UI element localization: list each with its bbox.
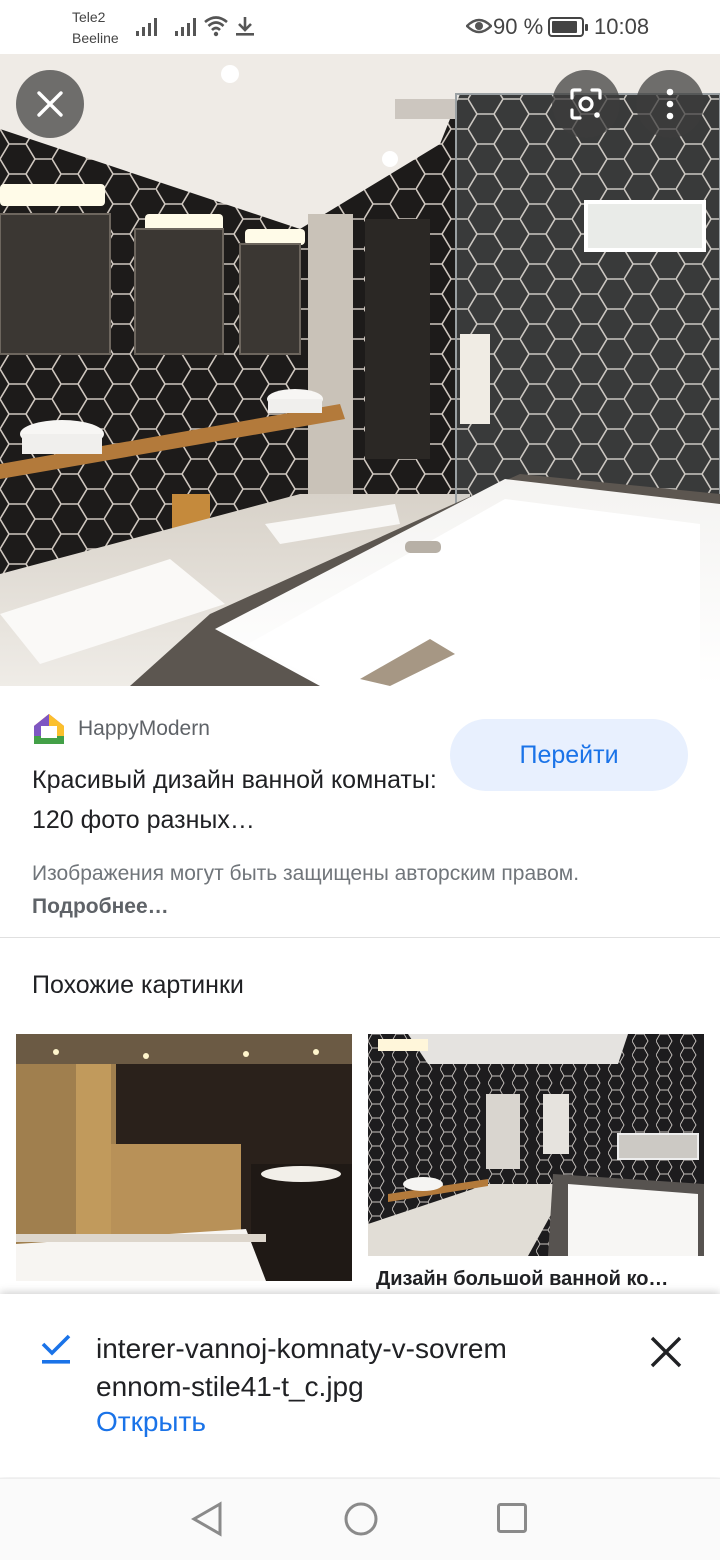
home-circle-icon[interactable] xyxy=(343,1501,379,1537)
similar-image-2-photo xyxy=(368,1034,704,1256)
main-image[interactable] xyxy=(0,54,720,686)
signal-icon xyxy=(136,16,157,36)
carrier-2: Beeline xyxy=(72,30,119,46)
google-lens-icon xyxy=(570,88,602,120)
more-options-button[interactable] xyxy=(636,70,704,138)
site-name: HappyModern xyxy=(78,717,210,740)
bathroom-photo xyxy=(0,54,720,686)
carrier-names: Tele2 Beeline xyxy=(72,7,119,49)
close-icon[interactable] xyxy=(646,1332,686,1372)
result-title[interactable]: Красивый дизайн ванной комнаты: 120 фото… xyxy=(32,760,442,840)
google-lens-button[interactable] xyxy=(552,70,620,138)
divider xyxy=(0,937,720,938)
happymodern-logo-icon xyxy=(34,714,64,744)
battery-percent: 90 % xyxy=(493,14,544,39)
download-complete-bar: interer-vannoj-komnaty-v-sovremennom-sti… xyxy=(0,1294,720,1477)
close-icon xyxy=(37,91,63,117)
battery-icon xyxy=(548,17,588,37)
battery-level-fill xyxy=(552,21,577,33)
similar-image-2-caption[interactable]: Дизайн большой ванной ко… xyxy=(376,1268,696,1291)
wifi-icon xyxy=(204,16,228,37)
copyright-notice: Изображения могут быть защищены авторски… xyxy=(32,857,672,923)
signal-icon xyxy=(175,16,196,36)
system-navigation-bar xyxy=(0,1478,720,1560)
similar-image-2[interactable] xyxy=(368,1034,704,1256)
carrier-1: Tele2 xyxy=(72,9,106,25)
more-vert-icon xyxy=(666,88,674,120)
status-bar: Tele2 Beeline 90 % 10:08 xyxy=(0,0,720,54)
back-triangle-icon[interactable] xyxy=(190,1501,224,1537)
visit-button[interactable]: Перейти xyxy=(450,719,688,791)
download-icon xyxy=(236,17,254,36)
clock: 10:08 xyxy=(594,14,650,39)
open-file-button[interactable]: Открыть xyxy=(96,1406,206,1438)
downloaded-filename: interer-vannoj-komnaty-v-sovremennom-sti… xyxy=(96,1333,507,1402)
check-icon xyxy=(41,1334,71,1364)
recents-square-icon[interactable] xyxy=(496,1502,528,1534)
similar-image-1[interactable] xyxy=(16,1034,352,1281)
eye-comfort-icon xyxy=(466,18,492,34)
similar-image-1-photo xyxy=(16,1034,352,1281)
source-site[interactable]: HappyModern xyxy=(32,712,210,746)
copyright-text: Изображения могут быть защищены авторски… xyxy=(32,862,580,885)
learn-more-link[interactable]: Подробнее… xyxy=(32,895,169,918)
close-button[interactable] xyxy=(16,70,84,138)
similar-images-heading: Похожие картинки xyxy=(32,971,244,999)
